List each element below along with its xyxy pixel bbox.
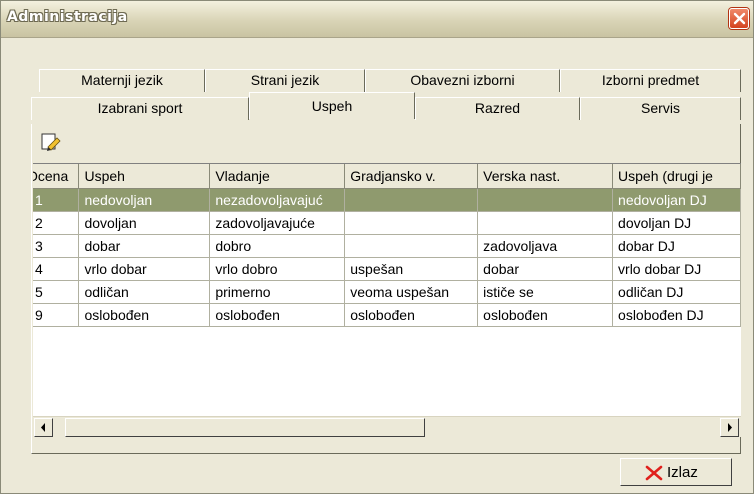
uspeh-table: Ocena Uspeh Vladanje Gradjansko v. Versk… <box>33 164 741 327</box>
title-bar[interactable]: Administracija <box>1 1 753 38</box>
table-cell[interactable]: oslobođen <box>78 303 211 327</box>
scroll-left-button[interactable] <box>34 418 53 437</box>
table-cell[interactable]: dobro <box>209 234 346 258</box>
arrow-left-icon <box>41 423 45 432</box>
scroll-thumb[interactable] <box>65 418 425 437</box>
table-cell[interactable]: dobar <box>477 257 614 281</box>
window-title: Administracija <box>7 9 128 25</box>
tab-uspeh[interactable]: Uspeh <box>249 92 415 119</box>
table-cell[interactable]: dovoljan DJ <box>612 211 741 235</box>
table-cell[interactable]: nezadovoljavajuć <box>209 188 346 212</box>
exit-button[interactable]: Izlaz <box>620 458 732 486</box>
tab-obavezni-izborni[interactable]: Obavezni izborni <box>365 69 560 92</box>
tab-izborni-predmet[interactable]: Izborni predmet <box>560 69 741 92</box>
table-row[interactable]: 4 vrlo dobar vrlo dobro uspešan dobar vrlo do… <box>33 257 741 281</box>
column-header-uspeh-dj[interactable]: Uspeh (drugi je <box>612 164 741 189</box>
close-button[interactable] <box>729 8 749 29</box>
table-cell[interactable]: primerno <box>209 280 346 304</box>
table-cell[interactable]: ističe se <box>477 280 614 304</box>
table-row[interactable]: 2 dovoljan zadovoljavajuće dovoljan DJ <box>33 211 741 235</box>
table-cell[interactable] <box>477 188 614 212</box>
table-cell[interactable]: 9 <box>33 303 80 327</box>
tab-razred[interactable]: Razred <box>415 97 580 120</box>
table-cell[interactable] <box>344 234 479 258</box>
table-cell[interactable] <box>344 188 479 212</box>
table-cell[interactable]: uspešan <box>344 257 479 281</box>
table-cell[interactable]: dobar <box>78 234 211 258</box>
table-row[interactable]: 9 oslobođen oslobođen oslobođen oslobođen osl… <box>33 303 741 327</box>
column-header-gradjansko[interactable]: Gradjansko v. <box>344 164 479 189</box>
column-header-verska[interactable]: Verska nast. <box>477 164 614 189</box>
table-cell[interactable]: zadovoljavajuće <box>209 211 346 235</box>
table-cell[interactable]: oslobođen <box>477 303 614 327</box>
tab-servis[interactable]: Servis <box>580 97 741 120</box>
table-cell[interactable]: vrlo dobar DJ <box>612 257 741 281</box>
tab-strani-jezik[interactable]: Strani jezik <box>205 69 365 92</box>
header-row: Ocena Uspeh Vladanje Gradjansko v. Versk… <box>33 164 741 189</box>
close-icon <box>733 12 746 25</box>
edit-button[interactable] <box>40 131 66 155</box>
admin-window: Administracija Maternji jezik Strani jez… <box>0 0 754 494</box>
horizontal-scrollbar[interactable] <box>33 416 741 437</box>
table-row[interactable]: 5 odličan primerno veoma uspešan ističe se od… <box>33 280 741 304</box>
red-x-icon <box>645 465 663 481</box>
table-cell[interactable]: oslobođen <box>344 303 479 327</box>
column-header-ocena[interactable]: Ocena <box>33 164 80 189</box>
table-cell[interactable]: odličan <box>78 280 211 304</box>
tab-maternji-jezik[interactable]: Maternji jezik <box>39 69 205 92</box>
pencil-edit-icon <box>41 133 61 151</box>
table-cell[interactable]: vrlo dobar <box>78 257 211 281</box>
table-cell[interactable]: oslobođen DJ <box>612 303 741 327</box>
exit-label: Izlaz <box>667 464 698 481</box>
scroll-right-button[interactable] <box>720 418 739 437</box>
table-cell[interactable]: nedovoljan DJ <box>612 188 741 212</box>
table-cell[interactable]: veoma uspešan <box>344 280 479 304</box>
table-cell[interactable]: zadovoljava <box>477 234 614 258</box>
table-cell[interactable]: 3 <box>33 234 80 258</box>
column-header-uspeh[interactable]: Uspeh <box>78 164 211 189</box>
table-row[interactable]: 1 nedovoljan nezadovoljavajuć nedovoljan DJ <box>33 188 741 212</box>
table-cell[interactable]: 4 <box>33 257 80 281</box>
tab-izabrani-sport[interactable]: Izabrani sport <box>31 97 249 120</box>
table-cell[interactable] <box>344 211 479 235</box>
table-cell[interactable]: nedovoljan <box>78 188 211 212</box>
table-cell[interactable]: dobar DJ <box>612 234 741 258</box>
table-cell[interactable] <box>477 211 614 235</box>
column-header-vladanje[interactable]: Vladanje <box>209 164 346 189</box>
table-cell[interactable]: odličan DJ <box>612 280 741 304</box>
table-cell[interactable]: dovoljan <box>78 211 211 235</box>
table-cell[interactable]: 2 <box>33 211 80 235</box>
uspeh-grid[interactable]: Ocena Uspeh Vladanje Gradjansko v. Versk… <box>33 163 741 436</box>
table-row[interactable]: 3 dobar dobro zadovoljava dobar DJ <box>33 234 741 258</box>
arrow-right-icon <box>728 423 732 432</box>
table-cell[interactable]: 1 <box>33 188 80 212</box>
table-cell[interactable]: oslobođen <box>209 303 346 327</box>
table-cell[interactable]: vrlo dobro <box>209 257 346 281</box>
table-cell[interactable]: 5 <box>33 280 80 304</box>
